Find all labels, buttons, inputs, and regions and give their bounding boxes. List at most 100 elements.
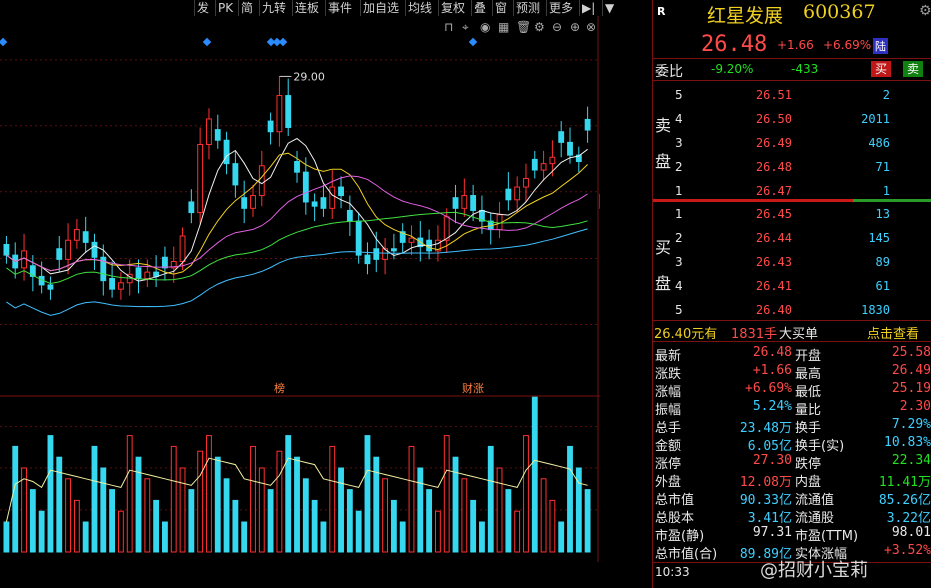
- candle-body: [117, 282, 124, 290]
- candle-body: [3, 243, 10, 256]
- toolbar-item-0[interactable]: 发: [194, 0, 211, 16]
- candle-body: [443, 216, 450, 241]
- stat-value: 10.83%: [884, 435, 931, 450]
- buy_side-volume: 1830: [861, 303, 890, 317]
- sell-button[interactable]: 卖: [903, 61, 924, 77]
- candle-body: [188, 201, 195, 214]
- toolbar-item-1[interactable]: PK: [215, 0, 235, 16]
- stat-value: 26.48: [752, 345, 792, 360]
- toolbar-dropdown-icon[interactable]: ▼: [602, 0, 616, 16]
- stat-value: +1.66: [752, 363, 792, 378]
- stat-value: 2.30: [899, 399, 931, 414]
- candle-body: [523, 178, 529, 188]
- zoom-in-icon[interactable]: ⊕: [570, 20, 580, 34]
- sell_side-level: 5: [675, 88, 683, 102]
- candle-body: [311, 201, 318, 207]
- stat-value: 27.30: [752, 453, 792, 468]
- toolbar-item-5[interactable]: 事件: [325, 0, 354, 16]
- candle-body: [461, 195, 468, 209]
- event-diamond-icon: [202, 37, 212, 47]
- stat-label: 振幅: [655, 403, 682, 418]
- price-change: +1.66: [777, 38, 814, 52]
- candle-body: [144, 271, 151, 280]
- stat-label: 总市值: [655, 493, 695, 508]
- toolbar-item-11[interactable]: 预测: [513, 0, 542, 16]
- r-badge: R: [657, 5, 666, 18]
- grid-icon[interactable]: ▦: [498, 20, 509, 34]
- chart-toolbar: 发 PK 简九转 连板 事件 加自选 均线 复权叠窗预测 更多 ▶| ▼: [0, 0, 614, 16]
- stat-label: 内盘: [795, 475, 822, 490]
- kline-chart[interactable]: 29.7826.6823.5820.4417.3423.113517011045…: [0, 16, 651, 562]
- sell-label-1: 卖: [655, 116, 672, 135]
- toolbar-item-6[interactable]: 加自选: [360, 0, 401, 16]
- candle-body: [567, 141, 573, 156]
- toolbar-item-4[interactable]: 连板: [292, 0, 321, 16]
- candle-body: [73, 229, 80, 241]
- toolbar-item-3[interactable]: 九转: [259, 0, 288, 16]
- sell_side-level: 4: [675, 112, 683, 126]
- sell-pressure-bar: [653, 199, 853, 202]
- volume-bar: [109, 489, 116, 553]
- volume-bar: [285, 435, 292, 553]
- buy-label-1: 买: [655, 238, 672, 257]
- toolbar-item-13[interactable]: ▶|: [579, 0, 597, 16]
- toolbar-item-9[interactable]: 叠: [471, 0, 488, 16]
- volume-bar: [153, 499, 160, 553]
- buy_side-level: 1: [675, 207, 683, 221]
- candle-body: [470, 195, 477, 211]
- buy_side-price: 26.45: [755, 207, 792, 221]
- settings-gear-icon[interactable]: ⚙: [919, 3, 931, 19]
- stat-value: +3.52%: [884, 543, 931, 558]
- volume-bar: [188, 489, 195, 553]
- stat-value: 90.33亿: [739, 493, 792, 508]
- volume-bar: [329, 445, 336, 553]
- candle-body: [197, 143, 204, 214]
- stat-label: 换手(实): [795, 439, 845, 454]
- candle-body: [162, 256, 168, 269]
- volume-bar: [223, 478, 230, 553]
- buy_side-level: 4: [675, 279, 683, 293]
- stat-value: 26.49: [891, 363, 931, 378]
- toolbar-item-8[interactable]: 复权: [438, 0, 467, 16]
- gear-icon[interactable]: ⚙: [534, 20, 545, 34]
- candle-body: [452, 197, 459, 209]
- eye-icon[interactable]: ◉: [480, 20, 490, 34]
- volume-bar: [346, 489, 353, 553]
- toolbar-item-10[interactable]: 窗: [492, 0, 509, 16]
- kline-svg[interactable]: 29.7826.6823.5820.4417.3423.113517011045…: [0, 16, 651, 562]
- trash-icon[interactable]: 🗑: [516, 20, 531, 34]
- big-order-link[interactable]: 点击查看: [867, 323, 919, 342]
- buy-button[interactable]: 买: [871, 61, 892, 77]
- volume-bar: [461, 478, 468, 553]
- event-diamond-icon: [278, 37, 288, 47]
- volume-bar: [443, 435, 450, 553]
- watermark: @招财小宝莉: [760, 560, 868, 581]
- zoom-out-icon[interactable]: ⊖: [552, 20, 562, 34]
- toolbar-item-7[interactable]: 均线: [405, 0, 434, 16]
- candle-body: [47, 284, 54, 290]
- candle-body: [584, 118, 591, 131]
- candle-body: [338, 186, 344, 197]
- candle-body: [558, 131, 565, 143]
- lock-icon[interactable]: ⊓: [444, 20, 453, 34]
- candle-body: [206, 118, 212, 145]
- stat-label: 最高: [795, 367, 822, 382]
- volume-bar: [117, 510, 124, 553]
- toolbar-item-2[interactable]: 简: [238, 0, 255, 16]
- volume-bar: [479, 521, 485, 553]
- toolbar-item-12[interactable]: 更多: [546, 0, 575, 16]
- stat-label: 总股本: [655, 511, 695, 526]
- volume-bar: [294, 456, 300, 553]
- volume-bar: [3, 521, 10, 553]
- volume-bar: [179, 467, 186, 553]
- wand-icon[interactable]: ⌖: [462, 20, 469, 35]
- candle-body: [408, 237, 415, 243]
- close-icon[interactable]: ⊗: [586, 20, 596, 34]
- volume-bar: [144, 478, 151, 553]
- sell_side-price: 26.49: [755, 136, 792, 150]
- stat-label: 总市值(合): [655, 547, 718, 562]
- volume-bar: [311, 499, 318, 553]
- buy_side-price: 26.41: [755, 279, 792, 293]
- volume-bar: [487, 445, 494, 553]
- candle-body: [329, 186, 336, 209]
